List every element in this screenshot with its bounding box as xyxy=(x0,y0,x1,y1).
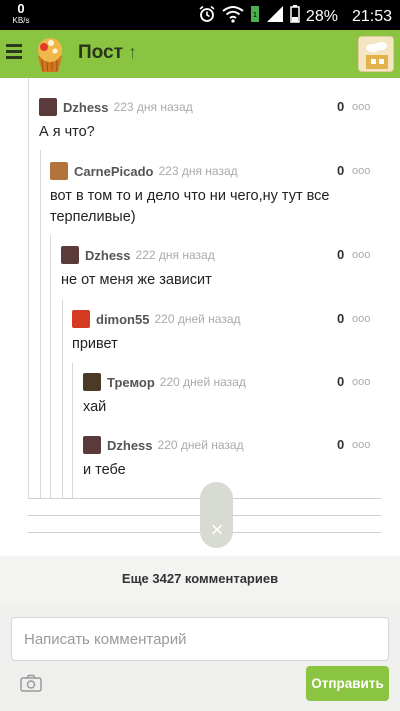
comment-score: 0 xyxy=(337,437,345,452)
status-bar: 0 KB/s 1 28% 21:53 xyxy=(0,0,400,30)
comment-author[interactable]: Тремор xyxy=(107,375,155,390)
comment-text: привет xyxy=(72,336,118,352)
network-speed: 0 KB/s xyxy=(8,1,34,26)
more-options-icon[interactable]: ooo xyxy=(352,313,370,325)
comment-score: 0 xyxy=(337,374,345,389)
comment-time: 222 дня назад xyxy=(135,248,215,262)
comment-time: 223 дня назад xyxy=(158,164,238,178)
comment: Dzhess 222 дня назад 0 ooo не от меня же… xyxy=(61,246,377,292)
network-speed-value: 0 xyxy=(17,1,25,16)
comment-text: не от меня же зависит xyxy=(61,272,212,288)
comment-score: 0 xyxy=(337,163,345,178)
comment-time: 223 дня назад xyxy=(113,100,193,114)
network-speed-unit: KB/s xyxy=(12,16,30,25)
comment: Dzhess 220 дней назад 0 ooo и тебе xyxy=(83,436,377,482)
comment-time: 220 дней назад xyxy=(159,375,246,389)
sim-icon: 1 xyxy=(250,5,260,28)
avatar[interactable] xyxy=(39,98,57,116)
hamburger-icon[interactable] xyxy=(6,44,22,64)
comment: Тремор 220 дней назад 0 ooo хай xyxy=(83,373,377,419)
wifi-icon xyxy=(222,5,244,28)
more-options-icon[interactable]: ooo xyxy=(352,101,370,113)
comment-text-line: терпеливые) xyxy=(50,209,136,225)
svg-text:1: 1 xyxy=(253,11,257,19)
avatar[interactable] xyxy=(50,162,68,180)
signal-icon xyxy=(266,5,284,28)
avatar[interactable] xyxy=(61,246,79,264)
load-more-comments[interactable]: Еще 3427 комментариев xyxy=(0,556,400,604)
more-options-icon[interactable]: ooo xyxy=(352,249,370,261)
send-button[interactable]: Отправить xyxy=(306,666,389,701)
comment: CarnePicado 223 дня назад 0 ooo вот в то… xyxy=(50,162,377,232)
avatar[interactable] xyxy=(83,436,101,454)
close-icon[interactable]: × xyxy=(205,518,229,542)
user-avatar[interactable] xyxy=(358,36,394,72)
comment-author[interactable]: dimon55 xyxy=(96,312,149,327)
avatar[interactable] xyxy=(72,310,90,328)
comment-text-line: вот в том то и дело что ни чего,ну тут в… xyxy=(50,188,330,204)
comment-author[interactable]: Dzhess xyxy=(63,100,109,115)
comment-score: 0 xyxy=(337,99,345,114)
battery-icon xyxy=(290,5,300,28)
comment-author[interactable]: CarnePicado xyxy=(74,164,153,179)
comment-text: и тебе xyxy=(83,462,126,478)
more-options-icon[interactable]: ooo xyxy=(352,376,370,388)
comment-time: 220 дней назад xyxy=(154,312,241,326)
comment-text: вот в том то и дело что ни чего,ну тут в… xyxy=(50,186,330,228)
alarm-icon xyxy=(198,5,216,28)
battery-percent: 28% xyxy=(305,7,338,25)
arrow-up-icon[interactable]: ↑ xyxy=(128,42,137,63)
comment-text: А я что? xyxy=(39,124,95,140)
camera-icon[interactable] xyxy=(20,674,42,692)
page-title: Пост xyxy=(78,42,123,63)
comment: Dzhess 223 дня назад 0 ooo А я что? xyxy=(39,98,377,144)
avatar[interactable] xyxy=(83,373,101,391)
comment-author[interactable]: Dzhess xyxy=(107,438,153,453)
comment-text: хай xyxy=(83,399,107,415)
comment-score: 0 xyxy=(337,247,345,262)
comment: dimon55 220 дней назад 0 ooo привет xyxy=(72,310,377,356)
comment-time: 220 дней назад xyxy=(157,438,244,452)
comments-thread: Dzhess 223 дня назад 0 ooo А я что? Carn… xyxy=(0,78,400,556)
app-bar: Пост ↑ xyxy=(0,30,400,78)
comment-composer: Отправить xyxy=(0,604,400,711)
more-options-icon[interactable]: ooo xyxy=(352,439,370,451)
comment-input[interactable] xyxy=(11,617,389,661)
comment-score: 0 xyxy=(337,311,345,326)
clock: 21:53 xyxy=(351,7,392,25)
comment-author[interactable]: Dzhess xyxy=(85,248,131,263)
cupcake-logo-icon[interactable] xyxy=(30,34,70,74)
more-options-icon[interactable]: ooo xyxy=(352,165,370,177)
